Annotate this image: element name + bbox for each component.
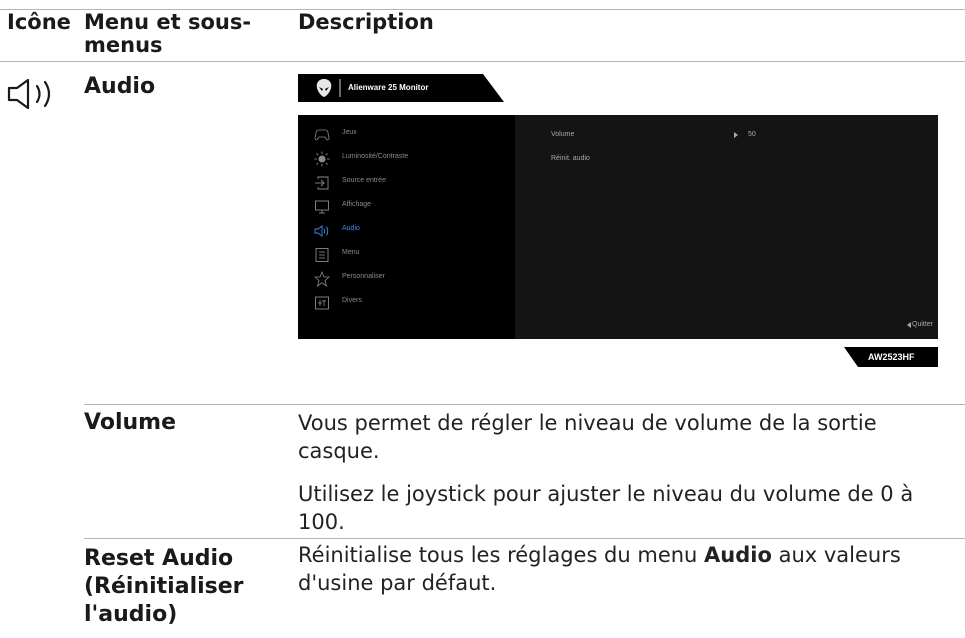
osd-volume-label[interactable]: Volume xyxy=(551,131,574,138)
osd-menu-item-luminosite[interactable]: Luminosité/Contraste xyxy=(298,149,515,169)
section-title: Audio xyxy=(84,74,156,99)
osd-header: Alienware 25 Monitor xyxy=(298,74,504,102)
row-volume-desc-1: Vous permet de régler le niveau de volum… xyxy=(298,411,877,463)
row-label-reset-line3: l'audio) xyxy=(84,602,178,627)
audio-menu-emphasis: Audio xyxy=(704,543,772,567)
menu-list-icon xyxy=(314,247,330,263)
row-label-volume: Volume xyxy=(84,410,176,435)
header-icon-column: Icône xyxy=(7,10,71,34)
model-tag: AW2523HF xyxy=(844,347,938,367)
display-icon xyxy=(314,199,330,215)
osd-menu-item-affichage[interactable]: Affichage xyxy=(298,197,515,217)
row-rule-volume xyxy=(84,404,965,405)
osd-menu-item-source[interactable]: Source entrée xyxy=(298,173,515,193)
row-label-reset-line2: (Réinitialiser xyxy=(84,574,244,599)
osd-menu-item-menu[interactable]: Menu xyxy=(298,245,515,265)
osd-volume-value: 50 xyxy=(748,131,756,138)
osd-submenu: Volume 50 Réinit. audio Quitter xyxy=(515,115,938,339)
alien-logo-icon xyxy=(315,78,333,98)
osd-exit-button[interactable]: Quitter xyxy=(912,321,933,328)
star-icon xyxy=(313,270,331,287)
header-menu-column-line1: Menu et sous- xyxy=(84,10,252,34)
play-arrow-icon xyxy=(734,132,738,138)
header-menu-column-line2: menus xyxy=(84,33,163,57)
speaker-icon xyxy=(314,223,330,239)
speaker-icon xyxy=(5,77,63,111)
osd-menu-item-jeux[interactable]: Jeux xyxy=(298,125,515,145)
others-icon xyxy=(314,295,330,311)
osd-brand-title: Alienware 25 Monitor xyxy=(348,83,429,92)
input-source-icon xyxy=(314,175,330,191)
gamepad-icon xyxy=(314,127,330,143)
osd-reset-audio-label[interactable]: Réinit. audio xyxy=(551,155,590,162)
row-rule-reset xyxy=(84,538,965,539)
exit-arrow-icon xyxy=(907,322,911,328)
brightness-icon xyxy=(314,151,330,167)
model-name: AW2523HF xyxy=(868,352,915,362)
osd-panel: Jeux Luminosité/Contraste Source entrée … xyxy=(298,115,938,339)
osd-menu-item-audio[interactable]: Audio xyxy=(298,221,515,241)
header-rule xyxy=(0,61,965,62)
row-label-reset-line1: Reset Audio xyxy=(84,546,234,571)
header-description-column: Description xyxy=(298,10,434,34)
osd-menu-item-divers[interactable]: Divers xyxy=(298,293,515,313)
row-volume-desc-2: Utilisez le joystick pour ajuster le niv… xyxy=(298,482,914,534)
osd-menu-list: Jeux Luminosité/Contraste Source entrée … xyxy=(298,115,515,339)
row-reset-desc: Réinitialise tous les réglages du menu A… xyxy=(298,543,901,595)
osd-menu-item-personnaliser[interactable]: Personnaliser xyxy=(298,269,515,289)
